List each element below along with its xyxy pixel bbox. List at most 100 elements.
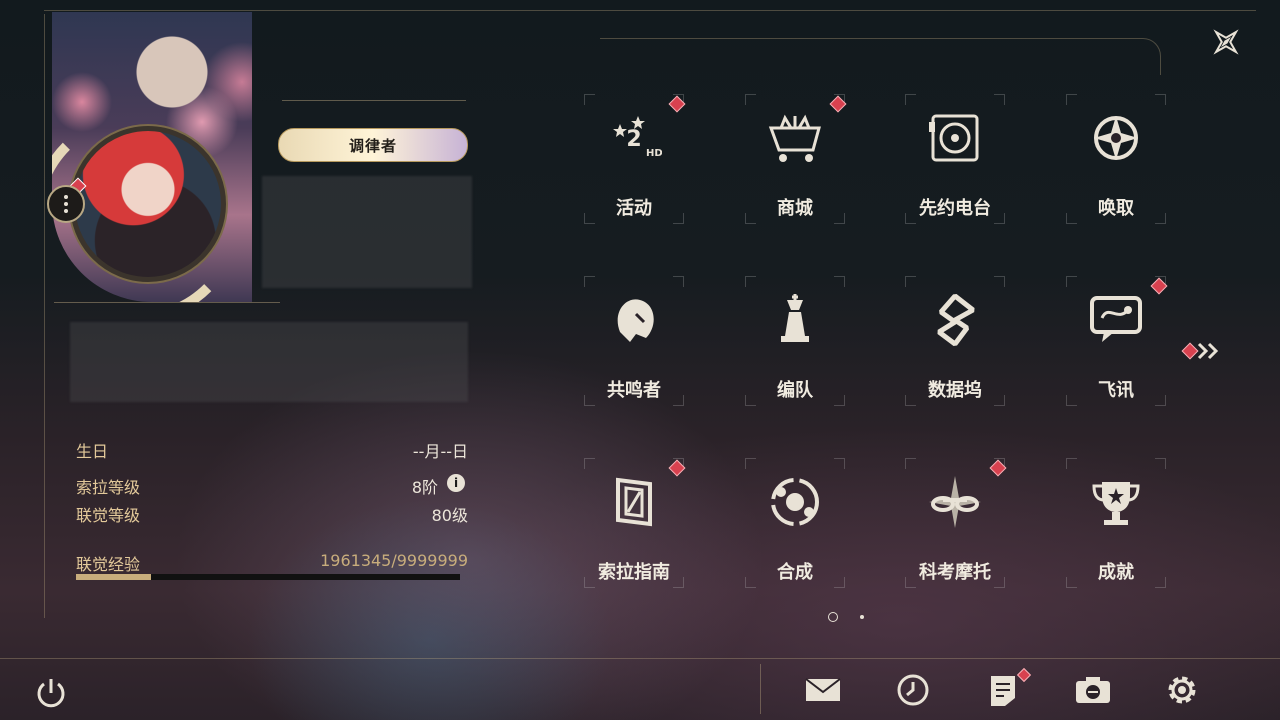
page-dot-active[interactable] (828, 612, 838, 622)
close-star-icon (1213, 29, 1239, 55)
menu-tile-6[interactable]: 编队 (745, 276, 845, 406)
menu-tile-label: 飞讯 (1098, 380, 1134, 401)
tile-corner (745, 94, 756, 105)
player-name-blurred (262, 176, 472, 288)
tile-corner (905, 94, 916, 105)
union-exp-value: 1961345/9999999 (320, 551, 468, 570)
menu-tile-7[interactable]: 数据坞 (905, 276, 1005, 406)
bottom-separator (760, 664, 761, 714)
card-divider (54, 302, 280, 303)
more-dot (64, 209, 68, 213)
tile-corner (1066, 458, 1077, 469)
frame-left-line (44, 14, 45, 618)
tile-corner (1066, 94, 1077, 105)
menu-tile-label: 数据坞 (928, 380, 982, 401)
achievement-trophy-icon (1092, 482, 1140, 525)
motorcycle-star-icon (929, 476, 981, 528)
title-badge-label: 调律者 (348, 136, 397, 155)
message-bubble-icon (1090, 296, 1142, 342)
info-icon[interactable]: i (447, 474, 465, 492)
menu-tile-label: 唤取 (1098, 198, 1134, 219)
tile-corner (834, 276, 845, 287)
settings-gear-icon (1168, 676, 1196, 704)
tile-corner (994, 94, 1005, 105)
menu-tile-12[interactable]: 成就 (1066, 458, 1166, 588)
profile-more-button[interactable] (47, 185, 85, 223)
union-exp-fill (76, 574, 152, 580)
resonator-head-icon (617, 299, 654, 342)
tile-corner (994, 276, 1005, 287)
synthesis-orbit-icon (771, 478, 819, 526)
page-indicator (828, 612, 864, 622)
tile-corner (1155, 458, 1166, 469)
title-badge[interactable]: 调律者 (278, 128, 468, 162)
signature-blurred[interactable] (70, 322, 468, 402)
data-bank-icon (937, 294, 975, 346)
menu-tile-4[interactable]: 唤取 (1066, 94, 1166, 224)
tile-corner (584, 276, 595, 287)
menu-tile-label: 科考摩托 (919, 562, 991, 583)
menu-tile-5[interactable]: 共鸣者 (584, 276, 684, 406)
power-button[interactable] (32, 674, 70, 712)
menu-tile-label: 索拉指南 (598, 562, 670, 583)
menu-tile-2[interactable]: 商城 (745, 94, 847, 224)
settings-button[interactable] (1162, 670, 1202, 710)
more-vertical-icon (64, 195, 68, 199)
menu-tile-9[interactable]: 索拉指南 (584, 458, 686, 588)
menu-tile-label: 活动 (616, 198, 652, 219)
menu-tile-label: 编队 (777, 380, 813, 401)
bottom-bar-line (0, 658, 1280, 659)
menu-tile-3[interactable]: 先约电台 (905, 94, 1005, 224)
menu-tile-11[interactable]: 科考摩托 (905, 458, 1007, 588)
menu-tile-label: 商城 (777, 198, 813, 219)
clock-button[interactable] (893, 670, 933, 710)
next-page-button[interactable] (1181, 340, 1222, 362)
tile-corner (1066, 276, 1077, 287)
mail-button[interactable] (803, 670, 843, 710)
tile-corner (673, 276, 684, 287)
menu-tile-label: 成就 (1098, 562, 1134, 583)
tile-corner (584, 458, 595, 469)
menu-tile-10[interactable]: 合成 (745, 458, 845, 588)
tile-corner (834, 458, 845, 469)
radio-record-icon (929, 114, 979, 162)
union-exp-label: 联觉经验 (76, 555, 141, 574)
tile-corner (905, 458, 916, 469)
guide-book-icon (616, 477, 652, 527)
svg-text:2: 2 (626, 127, 641, 152)
event-2nd-hd-icon: 2 HD (613, 116, 662, 159)
avatar[interactable] (70, 126, 226, 282)
name-divider (282, 100, 466, 101)
page-dot[interactable] (860, 615, 864, 619)
birthday-label: 生日 (76, 442, 109, 461)
tile-corner (745, 276, 756, 287)
union-level-value: 80级 (431, 506, 468, 525)
notice-button[interactable] (983, 667, 1032, 710)
team-chess-icon (781, 294, 809, 342)
shop-crown-cart-icon (768, 114, 821, 162)
sola-level-value: 8阶 (411, 478, 438, 497)
tile-corner (584, 94, 595, 105)
union-level-label: 联觉等级 (76, 506, 141, 525)
union-exp-bar (76, 574, 460, 580)
double-chevron-right-icon (1197, 342, 1219, 360)
svg-text:HD: HD (646, 148, 662, 159)
menu-tile-1[interactable]: 2 HD 活动 (584, 94, 686, 224)
birthday-value: --月--日 (412, 442, 468, 461)
more-dot (64, 202, 68, 206)
menu-tile-label: 先约电台 (919, 198, 991, 219)
tile-corner (1155, 94, 1166, 105)
sola-level-label: 索拉等级 (76, 478, 141, 497)
frame-top-line (44, 10, 1256, 11)
menu-tile-8[interactable]: 飞讯 (1066, 276, 1168, 406)
clock-icon (897, 674, 929, 706)
mail-icon (805, 678, 841, 701)
tile-corner (905, 276, 916, 287)
camera-button[interactable] (1073, 670, 1113, 710)
convene-star-icon (1094, 116, 1138, 160)
tile-corner (745, 458, 756, 469)
frame-top-deco (600, 38, 1161, 75)
menu-tile-label: 合成 (777, 562, 813, 583)
close-button[interactable] (1208, 24, 1244, 60)
power-icon (37, 679, 65, 708)
